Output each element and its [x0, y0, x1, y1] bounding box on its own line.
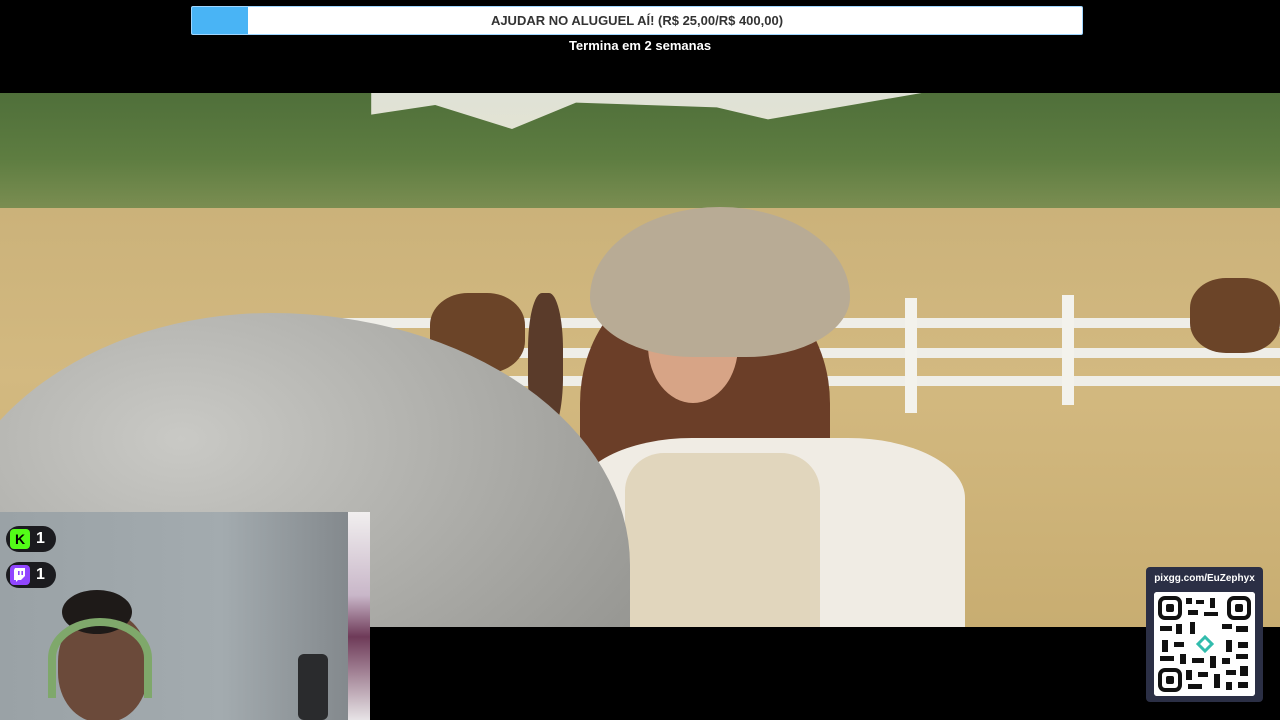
background-horse — [1190, 278, 1280, 353]
twitch-viewer-badge: 1 — [6, 562, 56, 588]
goal-title: AJUDAR NO ALUGUEL AÍ! (R$ 25,00/R$ 400,0… — [490, 13, 784, 28]
donation-goal-bar: AJUDAR NO ALUGUEL AÍ! (R$ 25,00/R$ 400,0… — [191, 6, 1083, 35]
headset — [48, 618, 152, 698]
qr-code-icon — [1154, 592, 1255, 696]
webcam-curtain — [348, 512, 370, 720]
kick-icon: K — [10, 529, 30, 549]
fence-post — [905, 298, 917, 413]
goal-subtitle: Termina em 2 semanas — [568, 38, 712, 53]
kick-viewer-count: 1 — [36, 530, 45, 547]
twitch-viewer-count: 1 — [36, 566, 45, 583]
webcam-feed: K 1 1 — [0, 512, 370, 720]
woman-vest — [625, 453, 820, 627]
video-treeline — [0, 93, 1280, 213]
microphone — [298, 654, 328, 720]
pix-url: pixgg.com/EuZephyx — [1154, 573, 1255, 584]
fence-post — [1062, 295, 1074, 405]
kick-viewer-badge: K 1 — [6, 526, 56, 552]
pix-donation-widget[interactable]: pixgg.com/EuZephyx — [1146, 567, 1263, 702]
twitch-icon — [10, 565, 30, 585]
